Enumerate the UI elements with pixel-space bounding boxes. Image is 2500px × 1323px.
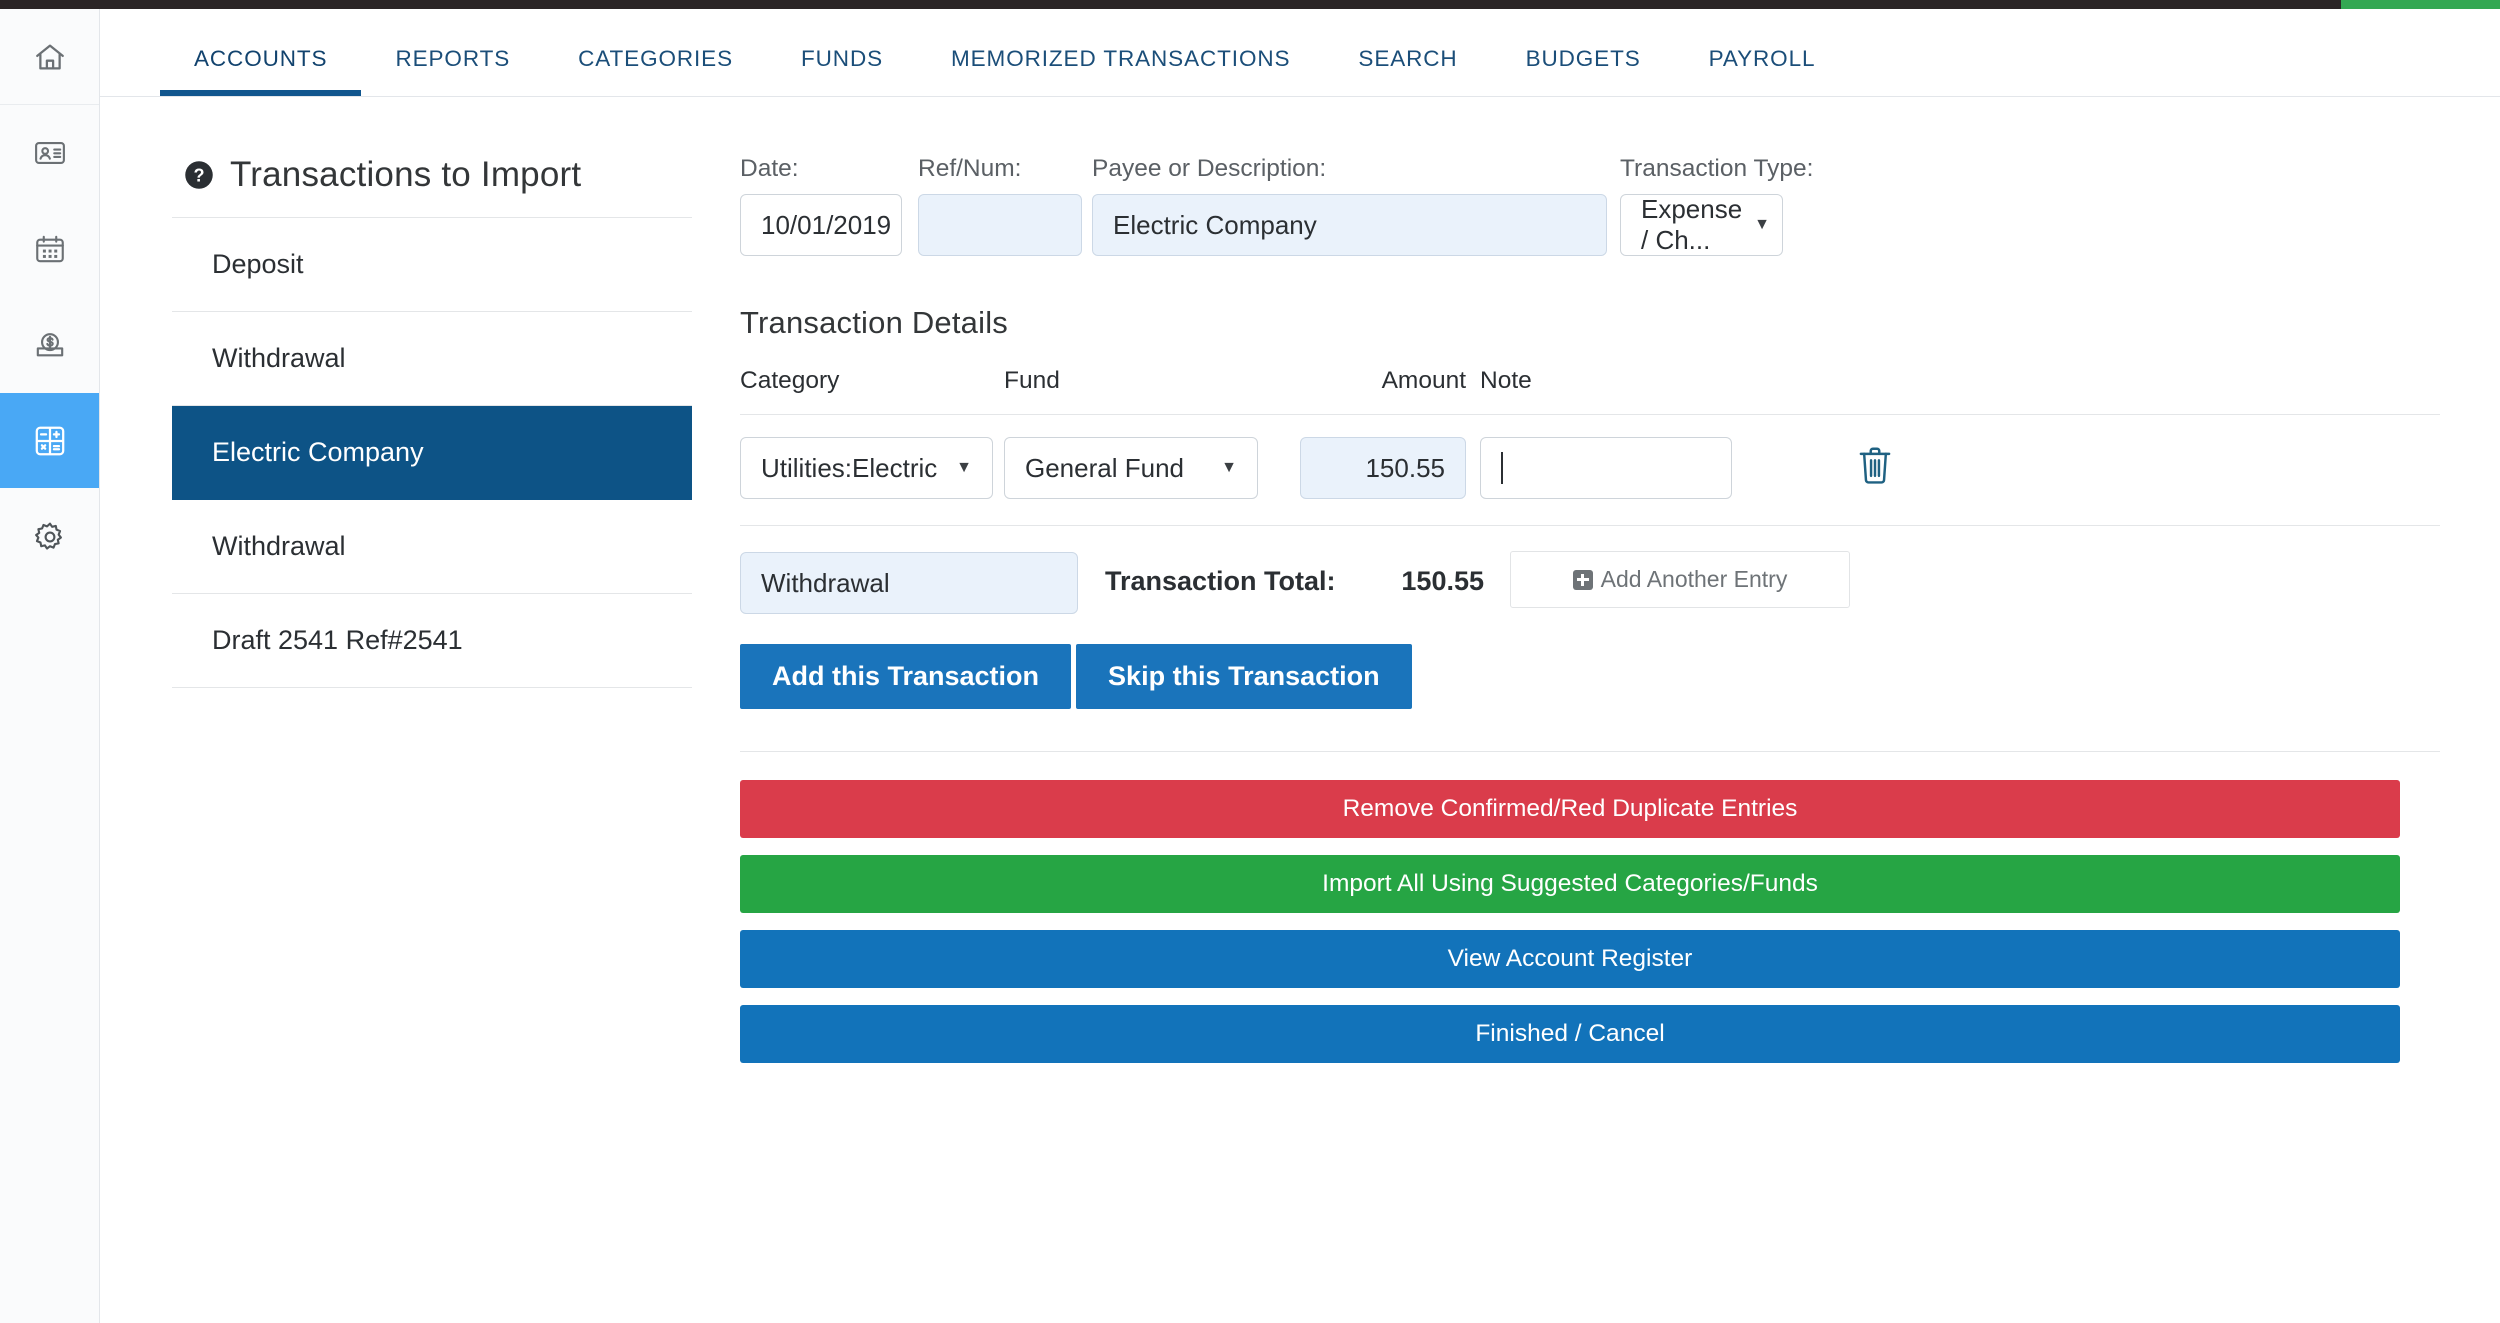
column-header-fund: Fund xyxy=(1004,367,1060,394)
transaction-type-label: Transaction Type: xyxy=(1620,155,1814,182)
date-input[interactable]: 10/01/2019 xyxy=(740,194,902,256)
sidebar-item-home[interactable] xyxy=(0,9,99,104)
transaction-type-readonly[interactable]: Withdrawal xyxy=(740,552,1078,614)
plus-square-icon xyxy=(1572,569,1593,590)
category-value: Utilities:Electric xyxy=(761,452,938,483)
sidebar-item-contacts[interactable] xyxy=(0,105,99,200)
page-title: Transactions to Import xyxy=(230,155,582,194)
payee-field-group: Payee or Description: Electric Company xyxy=(1092,155,1607,256)
payee-label: Payee or Description: xyxy=(1092,155,1327,182)
view-account-register-button[interactable]: View Account Register xyxy=(740,930,2400,988)
tab-reports[interactable]: REPORTS xyxy=(361,8,544,96)
remove-duplicates-button[interactable]: Remove Confirmed/Red Duplicate Entries xyxy=(740,780,2400,838)
nav-tabs: ACCOUNTS REPORTS CATEGORIES FUNDS MEMORI… xyxy=(160,8,1849,96)
sidebar-item-calculator[interactable] xyxy=(0,393,99,488)
calendar-icon xyxy=(33,232,67,266)
gear-icon xyxy=(33,520,67,554)
contact-card-icon xyxy=(33,136,67,170)
bulk-action-buttons: Remove Confirmed/Red Duplicate Entries I… xyxy=(740,780,2440,1063)
help-circle-icon[interactable]: ? xyxy=(184,160,214,190)
column-header-category: Category xyxy=(740,367,840,394)
tab-search[interactable]: SEARCH xyxy=(1324,8,1491,96)
date-field-group: Date: 10/01/2019 xyxy=(740,155,902,256)
tab-funds[interactable]: FUNDS xyxy=(767,8,917,96)
tab-accounts[interactable]: ACCOUNTS xyxy=(160,8,362,96)
text-cursor xyxy=(1501,452,1503,484)
sidebar-item-settings[interactable] xyxy=(0,489,99,584)
transactions-to-import-header: ? Transactions to Import xyxy=(172,155,692,217)
transaction-total-value: 150.55 xyxy=(1401,566,1484,596)
money-deposit-icon xyxy=(33,328,67,362)
column-header-note: Note xyxy=(1480,367,1532,394)
transaction-list: Deposit Withdrawal Electric Company With… xyxy=(172,217,692,688)
left-icon-rail xyxy=(0,9,100,1323)
page-content: ? Transactions to Import Deposit Withdra… xyxy=(100,97,2500,1323)
chevron-down-icon: ▼ xyxy=(1754,216,1770,233)
add-another-entry-button[interactable]: Add Another Entry xyxy=(1510,551,1850,608)
trash-icon[interactable] xyxy=(1855,443,1895,489)
top-navigation: ACCOUNTS REPORTS CATEGORIES FUNDS MEMORI… xyxy=(100,9,2500,97)
transaction-entry-row: Utilities:Electric ▼ General Fund ▼ 150.… xyxy=(740,415,2440,519)
add-another-entry-label: Add Another Entry xyxy=(1600,566,1788,592)
top-bar-green-segment xyxy=(2341,0,2500,9)
transaction-type-select[interactable]: Expense / Ch... ▼ xyxy=(1620,194,1783,256)
transaction-total-label: Transaction Total: xyxy=(1105,566,1336,596)
transactions-to-import-panel: ? Transactions to Import Deposit Withdra… xyxy=(172,155,692,688)
skip-this-transaction-button[interactable]: Skip this Transaction xyxy=(1076,644,1412,709)
finished-cancel-button[interactable]: Finished / Cancel xyxy=(740,1005,2400,1063)
transaction-actions: Add this Transaction Skip this Transacti… xyxy=(740,644,2440,709)
fund-select[interactable]: General Fund ▼ xyxy=(1004,437,1258,499)
tab-payroll[interactable]: PAYROLL xyxy=(1675,8,1850,96)
transaction-type-field-group: Transaction Type: Expense / Ch... ▼ xyxy=(1620,155,1814,256)
details-column-headers: Category Fund Amount Note xyxy=(740,367,2440,415)
amount-input[interactable]: 150.55 xyxy=(1300,437,1466,499)
transaction-header-fields: Date: 10/01/2019 Ref/Num: Payee or Descr… xyxy=(740,155,2440,285)
svg-text:?: ? xyxy=(193,166,204,186)
fund-value: General Fund xyxy=(1025,452,1184,483)
add-this-transaction-button[interactable]: Add this Transaction xyxy=(740,644,1072,709)
list-item[interactable]: Deposit xyxy=(172,218,692,312)
divider xyxy=(740,751,2440,752)
payee-input[interactable]: Electric Company xyxy=(1092,194,1607,256)
chevron-down-icon: ▼ xyxy=(956,459,972,476)
transaction-detail-pane: Date: 10/01/2019 Ref/Num: Payee or Descr… xyxy=(740,155,2440,1080)
calculator-icon xyxy=(32,423,68,459)
list-item-selected[interactable]: Electric Company xyxy=(172,406,692,500)
list-item[interactable]: Withdrawal xyxy=(172,312,692,406)
category-select[interactable]: Utilities:Electric ▼ xyxy=(740,437,993,499)
chevron-down-icon: ▼ xyxy=(1221,459,1237,476)
transaction-details-heading: Transaction Details xyxy=(740,305,1008,340)
tab-memorized-transactions[interactable]: MEMORIZED TRANSACTIONS xyxy=(917,8,1324,96)
tab-categories[interactable]: CATEGORIES xyxy=(544,8,767,96)
transaction-type-value: Expense / Ch... xyxy=(1641,194,1743,255)
list-item[interactable]: Withdrawal xyxy=(172,500,692,594)
tab-budgets[interactable]: BUDGETS xyxy=(1492,8,1675,96)
refnum-field-group: Ref/Num: xyxy=(918,155,1082,256)
column-header-amount: Amount xyxy=(1381,367,1466,394)
note-input[interactable] xyxy=(1480,437,1732,499)
date-label: Date: xyxy=(740,155,799,182)
refnum-input[interactable] xyxy=(918,194,1082,256)
list-item[interactable]: Draft 2541 Ref#2541 xyxy=(172,594,692,688)
transaction-total-row: Withdrawal Transaction Total: 150.55 Add… xyxy=(740,526,2440,638)
import-all-suggested-button[interactable]: Import All Using Suggested Categories/Fu… xyxy=(740,855,2400,913)
home-icon xyxy=(33,40,67,74)
sidebar-item-calendar[interactable] xyxy=(0,201,99,296)
sidebar-item-deposit[interactable] xyxy=(0,297,99,392)
refnum-label: Ref/Num: xyxy=(918,155,1022,182)
